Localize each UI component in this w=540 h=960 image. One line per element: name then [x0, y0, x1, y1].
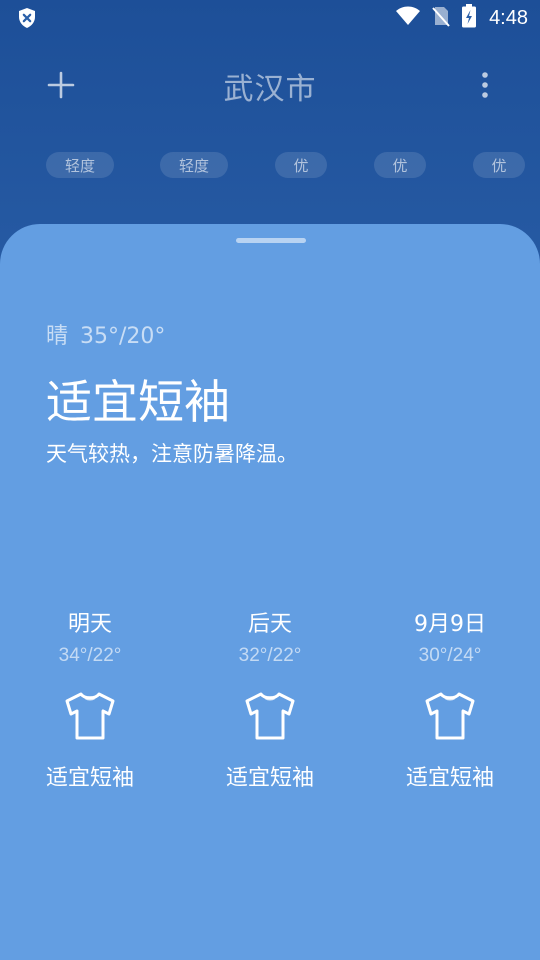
forecast-item: 明天 34°/22° 适宜短袖 — [0, 610, 180, 792]
today-summary: 晴 35°/20° — [46, 318, 165, 350]
forecast-list: 明天 34°/22° 适宜短袖 后天 32°/22° 适宜短袖 9月9日 30°… — [0, 610, 540, 820]
forecast-temp: 30°/24° — [418, 645, 482, 666]
app-bar: 武汉市 — [0, 50, 540, 120]
forecast-day: 后天 — [247, 612, 292, 637]
forecast-advice: 适宜短袖 — [225, 766, 314, 791]
aqi-chip: 轻度 — [46, 152, 114, 178]
forecast-item: 后天 32°/22° 适宜短袖 — [180, 610, 360, 792]
aqi-chip: 优 — [473, 152, 525, 178]
forecast-temp: 34°/22° — [58, 645, 122, 666]
today-temp-range: 35°/20° — [80, 324, 166, 349]
more-options-button[interactable] — [470, 66, 500, 104]
aqi-chip: 优 — [275, 152, 327, 178]
shield-x-icon — [16, 7, 38, 29]
forecast-day: 9月9日 — [414, 612, 486, 637]
tshirt-icon — [242, 690, 298, 742]
forecast-temp: 32°/22° — [238, 645, 302, 666]
more-vertical-icon — [482, 72, 488, 98]
drag-handle[interactable] — [236, 238, 306, 243]
tshirt-icon — [422, 690, 478, 742]
forecast-item: 9月9日 30°/24° 适宜短袖 — [360, 610, 540, 792]
today-dressing-tip: 天气较热，注意防暑降温。 — [46, 442, 298, 466]
forecast-day: 明天 — [67, 612, 112, 637]
forecast-advice: 适宜短袖 — [405, 766, 494, 791]
tshirt-icon — [62, 690, 118, 742]
city-title: 武汉市 — [223, 72, 317, 107]
status-time: 4:48 — [489, 6, 528, 29]
aqi-forecast-row: 轻度 轻度 优 优 优 — [0, 152, 540, 180]
today-dressing-headline: 适宜短袖 — [46, 375, 230, 429]
today-condition: 晴 — [46, 324, 69, 349]
status-bar: 4:48 — [0, 0, 540, 36]
aqi-chip: 轻度 — [160, 152, 228, 178]
dressing-index-sheet[interactable]: 晴 35°/20° 适宜短袖 天气较热，注意防暑降温。 明天 34°/22° 适宜… — [0, 224, 540, 960]
battery-charging-icon — [461, 4, 477, 32]
aqi-chip: 优 — [374, 152, 426, 178]
forecast-advice: 适宜短袖 — [45, 766, 134, 791]
wifi-icon — [395, 6, 421, 30]
no-sim-icon — [431, 5, 451, 31]
